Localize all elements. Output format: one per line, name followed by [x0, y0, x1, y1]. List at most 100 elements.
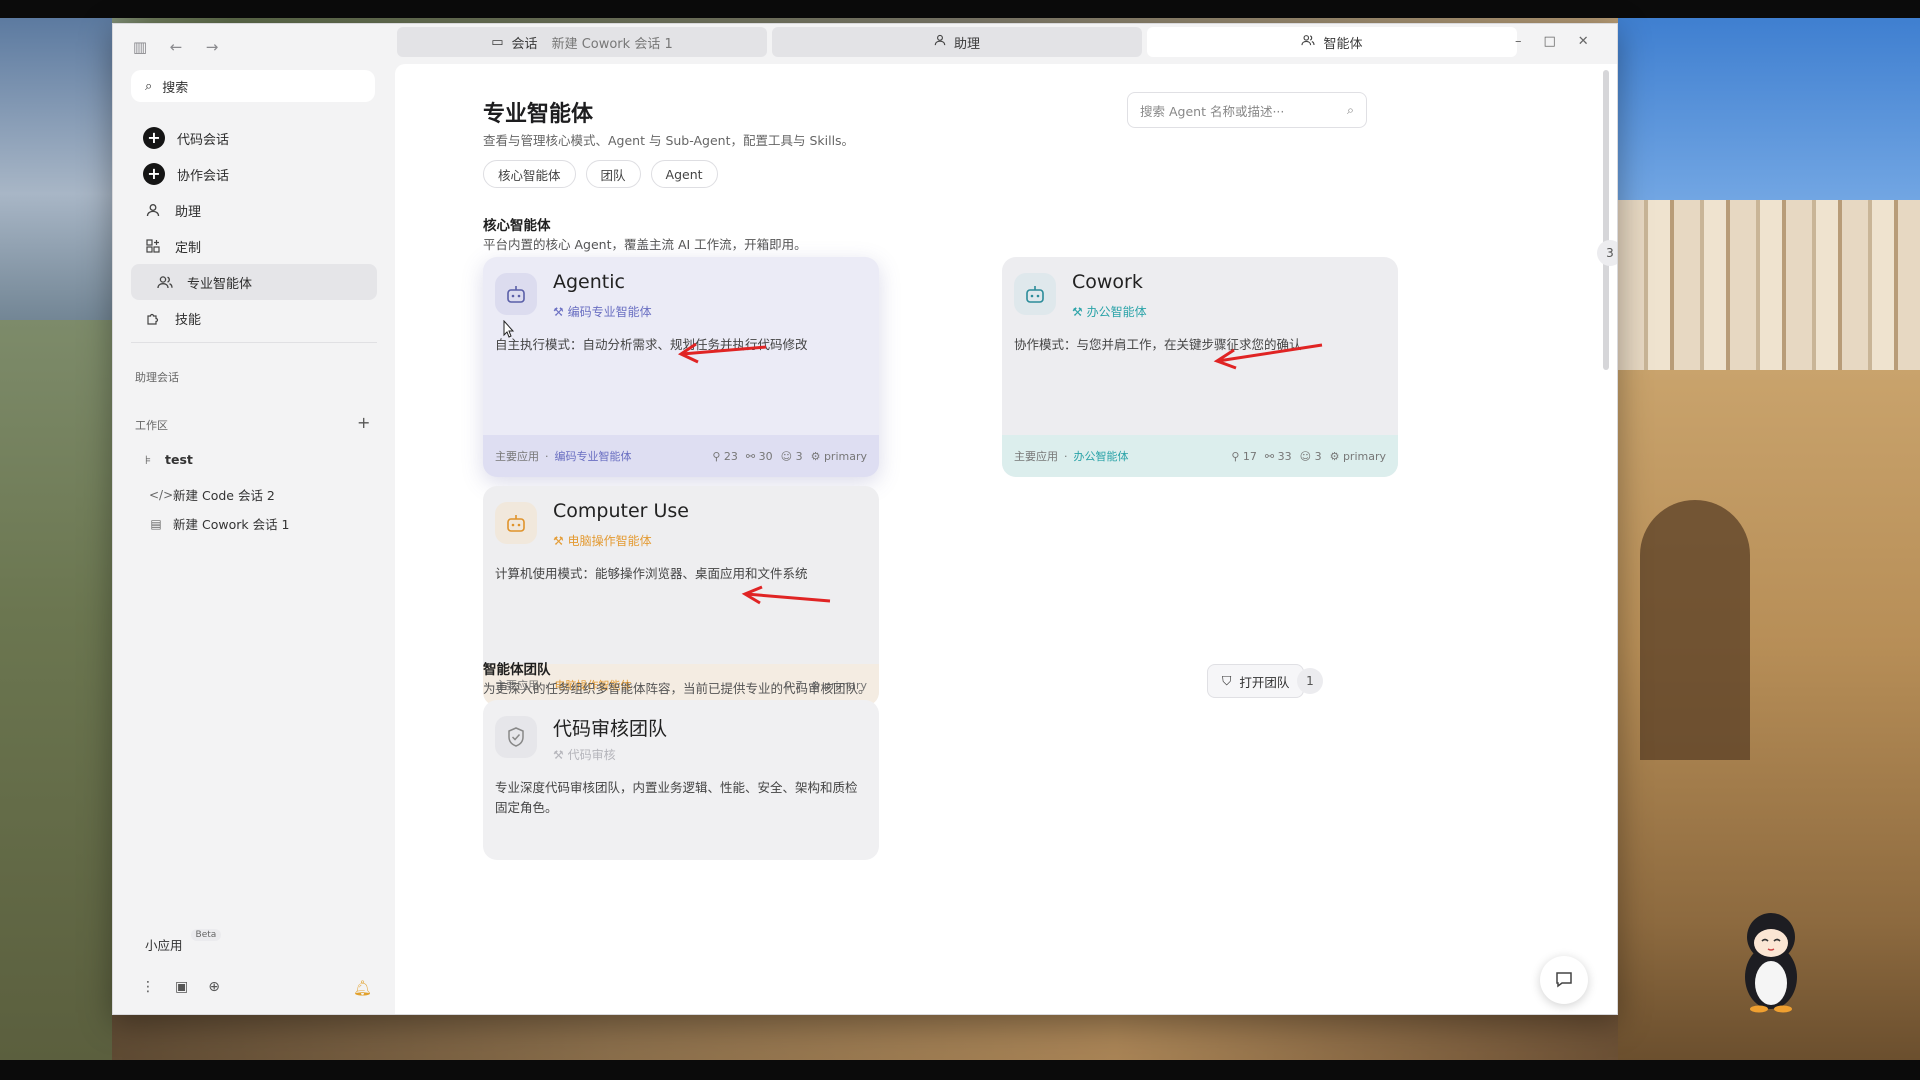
wallpaper-sky-left — [0, 18, 112, 338]
globe-icon[interactable]: ⊕ — [208, 979, 220, 995]
tools-count: ⚲ 23 — [712, 450, 738, 463]
core-section-title: 核心智能体 — [483, 218, 551, 234]
core-count-badge: 3 — [1597, 240, 1617, 266]
filter-chip-core[interactable]: 核心智能体 — [483, 160, 576, 188]
mode-label: ⚙ primary — [811, 450, 867, 463]
wrench-icon: ⚲ — [712, 449, 721, 463]
notification-bell-icon[interactable]: 🔔︎ — [353, 979, 372, 997]
wallpaper-arch — [1640, 500, 1750, 760]
tool-icon: ⚒︎ — [553, 305, 568, 319]
plus-circle-icon: + — [143, 127, 165, 149]
agent-card-agentic[interactable]: Agentic ⚒︎ 编码专业智能体 自主执行模式：自动分析需求、规划任务并执行… — [483, 257, 879, 477]
filter-chip-team[interactable]: 团队 — [585, 160, 641, 188]
terminal-icon[interactable]: ▣ — [175, 979, 188, 995]
bots-count: ☺ 3 — [781, 450, 803, 463]
tab-agents[interactable]: 智能体 — [1147, 27, 1517, 57]
filter-chips: 核心智能体 团队 Agent — [483, 160, 718, 188]
agent-card-cowork[interactable]: Cowork ⚒︎ 办公智能体 协作模式：与您并肩工作，在关键步骤征求您的确认 … — [1002, 257, 1398, 477]
gear-icon: ⚙ — [1329, 449, 1340, 463]
more-vertical-icon[interactable]: ⋮ — [141, 979, 155, 995]
annotation-arrow — [1213, 343, 1323, 370]
agent-card-footer: 主要应用 · 办公智能体 ⚲ 17 ⚯ 33 ☺ 3 ⚙ primary — [1002, 435, 1398, 477]
tab-label: 助理 — [953, 36, 980, 52]
links-count-value: 30 — [758, 449, 773, 463]
sidebar-search[interactable]: ⌕ 搜索 — [131, 70, 375, 102]
agent-card-footer: 主要应用 · 编码专业智能体 ⚲ 23 ⚯ 30 ☺ 3 ⚙ primary — [483, 435, 879, 477]
page-subtitle: 查看与管理核心模式、Agent 与 Sub-Agent，配置工具与 Skills… — [483, 133, 855, 148]
maximize-icon[interactable]: □ — [1544, 34, 1556, 49]
sidebar-item-label: 助理 — [175, 204, 202, 220]
tools-count-value: 17 — [1242, 449, 1257, 463]
grid-plus-icon — [143, 236, 163, 256]
bots-count-value: 3 — [1314, 449, 1322, 463]
robot-icon — [495, 502, 537, 544]
shield-icon: ⛉ — [1222, 673, 1232, 688]
shield-icon — [495, 716, 537, 758]
workspace-project[interactable]: ⊧ test — [141, 452, 193, 467]
chat-float-button[interactable] — [1540, 956, 1588, 1004]
mouse-cursor-icon — [503, 320, 515, 338]
beta-badge: Beta — [190, 929, 222, 941]
tool-icon: ⚒︎ — [1072, 305, 1087, 319]
tools-count: ⚲ 17 — [1231, 450, 1257, 463]
back-arrow-icon[interactable]: ← — [167, 38, 185, 56]
filter-chip-agent[interactable]: Agent — [650, 160, 718, 188]
main-panel: 专业智能体 查看与管理核心模式、Agent 与 Sub-Agent，配置工具与 … — [395, 64, 1617, 1014]
chat-icon: ▭ — [491, 34, 504, 50]
screen-bottom-bar — [0, 1060, 1920, 1080]
search-icon[interactable]: ⌕ — [1347, 102, 1354, 118]
agent-tag-label: 编码专业智能体 — [567, 305, 652, 319]
sidebar-item-label: 协作会话 — [177, 168, 230, 184]
forward-arrow-icon[interactable]: → — [203, 38, 221, 56]
user-icon — [143, 200, 163, 220]
sidebar-item-assistant[interactable]: 助理 — [131, 192, 377, 228]
team-name: 代码审核团队 — [553, 718, 668, 740]
sidebar-item-pro-agents[interactable]: 专业智能体 — [131, 264, 377, 300]
bot-icon: ☺ — [1299, 449, 1312, 463]
links-count-value: 33 — [1277, 449, 1292, 463]
penguin-mascot-icon — [1745, 913, 1797, 1013]
sidebar-item-code-session[interactable]: + 代码会话 — [131, 120, 377, 156]
agent-tag-label: 办公智能体 — [1086, 305, 1147, 319]
user-icon — [934, 34, 946, 50]
open-team-label: 打开团队 — [1239, 674, 1290, 690]
sidebar-item-label: 代码会话 — [177, 132, 230, 148]
workspace-session-label: 新建 Code 会话 2 — [173, 488, 275, 503]
mini-apps[interactable]: 小应用 Beta — [145, 929, 222, 954]
agent-search-placeholder: 搜索 Agent 名称或描述··· — [1140, 103, 1285, 119]
gear-icon: ⚙ — [810, 449, 821, 463]
links-count: ⚯ 30 — [746, 450, 773, 463]
tab-assistant[interactable]: 助理 — [772, 27, 1142, 57]
close-icon[interactable]: ✕ — [1578, 34, 1589, 49]
link-icon: ⚯ — [1264, 449, 1275, 463]
sidebar-item-skills[interactable]: 技能 — [131, 300, 377, 336]
minimize-icon[interactable]: – — [1515, 34, 1522, 49]
sidebar-item-cowork-session[interactable]: + 协作会话 — [131, 156, 377, 192]
tab-sessions[interactable]: ▭ 会话 新建 Cowork 会话 1 — [397, 27, 767, 57]
sidebar-item-customize[interactable]: 定制 — [131, 228, 377, 264]
code-icon: </> — [149, 487, 174, 502]
tab-bar: ▭ 会话 新建 Cowork 会话 1 助理 智能体 — [397, 27, 1517, 57]
sidebar-item-label: 定制 — [175, 240, 202, 256]
sidebar: ▥ ← → ⌕ 搜索 + 代码会话 + 协作会话 助理 定制 专业智能体 技能 … — [113, 24, 395, 1014]
page-title: 专业智能体 — [483, 102, 594, 127]
chat-bubble-icon — [1556, 972, 1572, 988]
agent-name: Computer Use — [553, 500, 689, 522]
add-workspace-icon[interactable]: + — [357, 413, 370, 432]
workspace-session-label: 新建 Cowork 会话 1 — [173, 517, 290, 532]
workspace-session-item[interactable]: ▤ 新建 Cowork 会话 1 — [149, 514, 290, 533]
agent-description: 计算机使用模式：能够操作浏览器、桌面应用和文件系统 — [495, 566, 808, 581]
agent-search-input[interactable]: 搜索 Agent 名称或描述··· ⌕ — [1127, 92, 1367, 128]
document-icon: ▤ — [150, 516, 162, 531]
sidebar-toggle-icon[interactable]: ▥ — [131, 38, 149, 56]
link-icon: ⚯ — [745, 449, 756, 463]
team-card-code-review[interactable]: 代码审核团队 ⚒︎ 代码审核 专业深度代码审核团队，内置业务逻辑、性能、安全、架… — [483, 700, 879, 860]
mode-label: ⚙ primary — [1330, 450, 1386, 463]
links-count: ⚯ 33 — [1265, 450, 1292, 463]
scrollbar[interactable] — [1603, 70, 1609, 370]
tab-label: 会话 — [511, 36, 538, 52]
mini-apps-label: 小应用 — [145, 938, 183, 953]
sidebar-nav: + 代码会话 + 协作会话 助理 定制 专业智能体 技能 — [131, 120, 377, 336]
open-team-button[interactable]: ⛉ 打开团队 — [1207, 664, 1305, 698]
workspace-session-item[interactable]: </> 新建 Code 会话 2 — [149, 485, 275, 504]
